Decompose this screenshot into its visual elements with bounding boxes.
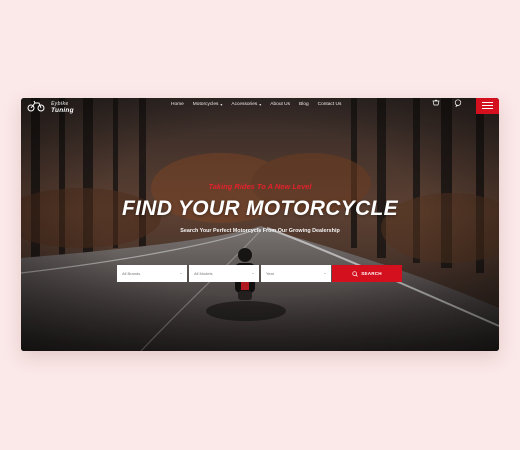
brand-select[interactable]: All Brands ⌄: [117, 265, 187, 282]
chevron-down-icon: ⌄: [251, 270, 255, 275]
chevron-down-icon: ⌄: [179, 270, 183, 275]
main-nav: Home Motorcycles ▾ Accessories ▾ About Us …: [171, 99, 350, 109]
motorcycle-logo-icon: [27, 100, 45, 112]
nav-item-label: Motorcycles: [192, 101, 219, 107]
brand-select-value: All Brands: [122, 271, 141, 276]
nav-item-home[interactable]: Home: [171, 99, 184, 109]
hero-tagline: Taking Rides To A New Level: [208, 182, 312, 191]
chat-icon[interactable]: [454, 99, 462, 107]
nav-item-label: Home: [171, 101, 184, 107]
nav-tools: [432, 98, 499, 114]
nav-item-blog[interactable]: Blog: [299, 99, 309, 109]
nav-item-label: Blog: [299, 101, 309, 107]
search-button[interactable]: SEARCH: [332, 265, 402, 282]
nav-item-label: Contact Us: [317, 101, 342, 107]
menu-icon[interactable]: [476, 98, 499, 114]
search-form: All Brands ⌄ All Models ⌄ Year ⌄ SEARCH: [117, 265, 402, 282]
nav-item-accessories[interactable]: Accessories ▾: [231, 99, 261, 109]
year-select-value: Year: [266, 271, 275, 276]
model-select[interactable]: All Models ⌄: [189, 265, 259, 282]
chevron-down-icon: ⌄: [323, 270, 327, 275]
site-logo[interactable]: Eybike Tuning: [27, 100, 83, 114]
model-select-value: All Models: [194, 271, 213, 276]
chevron-down-icon: ▾: [220, 101, 223, 107]
hero-background-photo: [21, 98, 499, 351]
nav-item-motorcycles[interactable]: Motorcycles ▾: [193, 99, 223, 109]
browser-window: Eybike Tuning Home Motorcycles ▾ Accessor…: [21, 98, 499, 351]
chevron-down-icon: ▾: [259, 101, 262, 107]
hero-headline: FIND YOUR MOTORCYCLE: [122, 197, 398, 220]
logo-line-2: Tuning: [51, 107, 74, 114]
hero-subhead: Search Your Perfect Motorcycle From Our …: [180, 228, 340, 234]
cart-icon[interactable]: [432, 99, 440, 107]
search-icon: [352, 270, 358, 277]
nav-item-label: Accessories: [231, 101, 258, 107]
search-button-label: SEARCH: [361, 271, 382, 276]
logo-wordmark: Eybike Tuning: [51, 102, 74, 115]
nav-item-about-us[interactable]: About Us: [270, 99, 290, 109]
nav-item-contact-us[interactable]: Contact Us: [318, 99, 342, 109]
nav-item-label: About Us: [270, 101, 291, 107]
year-select[interactable]: Year ⌄: [261, 265, 331, 282]
